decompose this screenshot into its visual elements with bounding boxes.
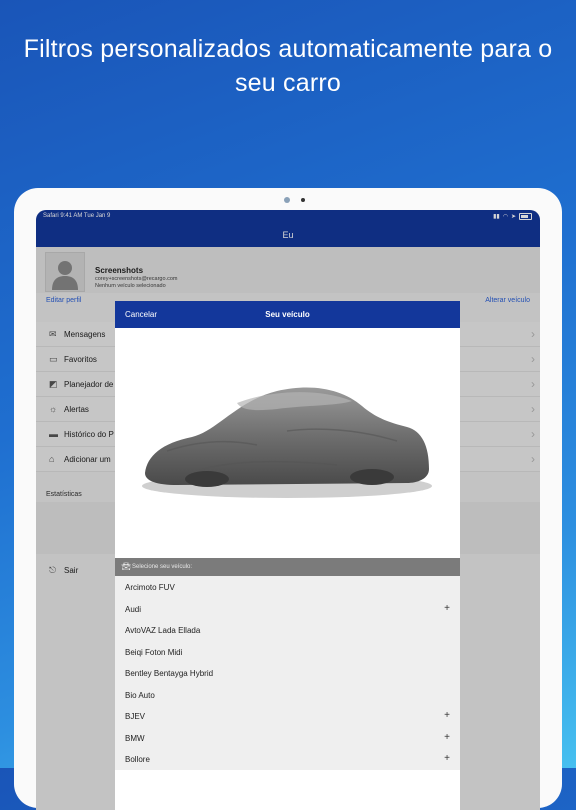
vehicle-label: Bollore bbox=[125, 755, 150, 764]
vehicle-label: Audi bbox=[125, 604, 142, 614]
app-screen: Safari 9:41 AM Tue Jan 9 ▮▮ ◠ ➤ Eu Scree… bbox=[36, 210, 540, 810]
plus-icon[interactable]: + bbox=[444, 603, 450, 614]
plus-icon[interactable]: + bbox=[444, 753, 450, 764]
vehicle-label: Arcimoto FUV bbox=[125, 583, 175, 592]
plus-icon[interactable]: + bbox=[444, 732, 450, 743]
headline: Filtros personalizados automaticamente p… bbox=[23, 35, 553, 97]
sensor-dot bbox=[301, 198, 305, 202]
list-item[interactable]: Bentley Bentayga Hybrid bbox=[115, 662, 460, 684]
vehicle-label: BMW bbox=[125, 733, 145, 743]
modal-title: Seu veículo bbox=[265, 310, 310, 319]
modal-nav-bar: Cancelar Seu veículo bbox=[115, 301, 460, 328]
vehicle-label: Bentley Bentayga Hybrid bbox=[125, 669, 214, 678]
plus-icon[interactable]: + bbox=[444, 710, 450, 721]
vehicle-list: Arcimoto FUV Audi + AvtoVAZ Lada Ellada B… bbox=[115, 576, 460, 770]
section-title: Selecione seu veículo: bbox=[132, 564, 193, 570]
list-item[interactable]: BMW + bbox=[115, 727, 460, 749]
vehicle-label: Beiqi Foton Midi bbox=[125, 647, 183, 657]
vehicle-label: Bio Auto bbox=[125, 690, 155, 700]
vehicle-section-header: 🚘︎ Selecione seu veículo: bbox=[115, 558, 460, 576]
covered-car-image bbox=[137, 361, 437, 511]
list-item[interactable]: Bio Auto bbox=[115, 684, 460, 706]
vehicle-label: BJEV bbox=[125, 712, 146, 721]
list-item[interactable]: Arcimoto FUV bbox=[115, 576, 460, 598]
list-item[interactable]: Audi + bbox=[115, 598, 460, 620]
list-item[interactable]: AvtoVAZ Lada Ellada bbox=[115, 619, 460, 641]
list-item[interactable]: Beiqi Foton Midi bbox=[115, 641, 460, 663]
tablet-frame: Safari 9:41 AM Tue Jan 9 ▮▮ ◠ ➤ Eu Scree… bbox=[14, 188, 562, 810]
vehicle-modal: Cancelar Seu veículo 🚘︎ Selecione seu ve… bbox=[115, 301, 460, 810]
list-item[interactable]: Bollore + bbox=[115, 748, 460, 770]
vehicle-label: AvtoVAZ Lada Ellada bbox=[125, 626, 201, 635]
car-cover-illustration bbox=[142, 387, 432, 498]
camera-icon bbox=[284, 197, 290, 203]
car-icon: 🚘︎ bbox=[121, 562, 132, 571]
list-item[interactable]: BJEV + bbox=[115, 705, 460, 727]
